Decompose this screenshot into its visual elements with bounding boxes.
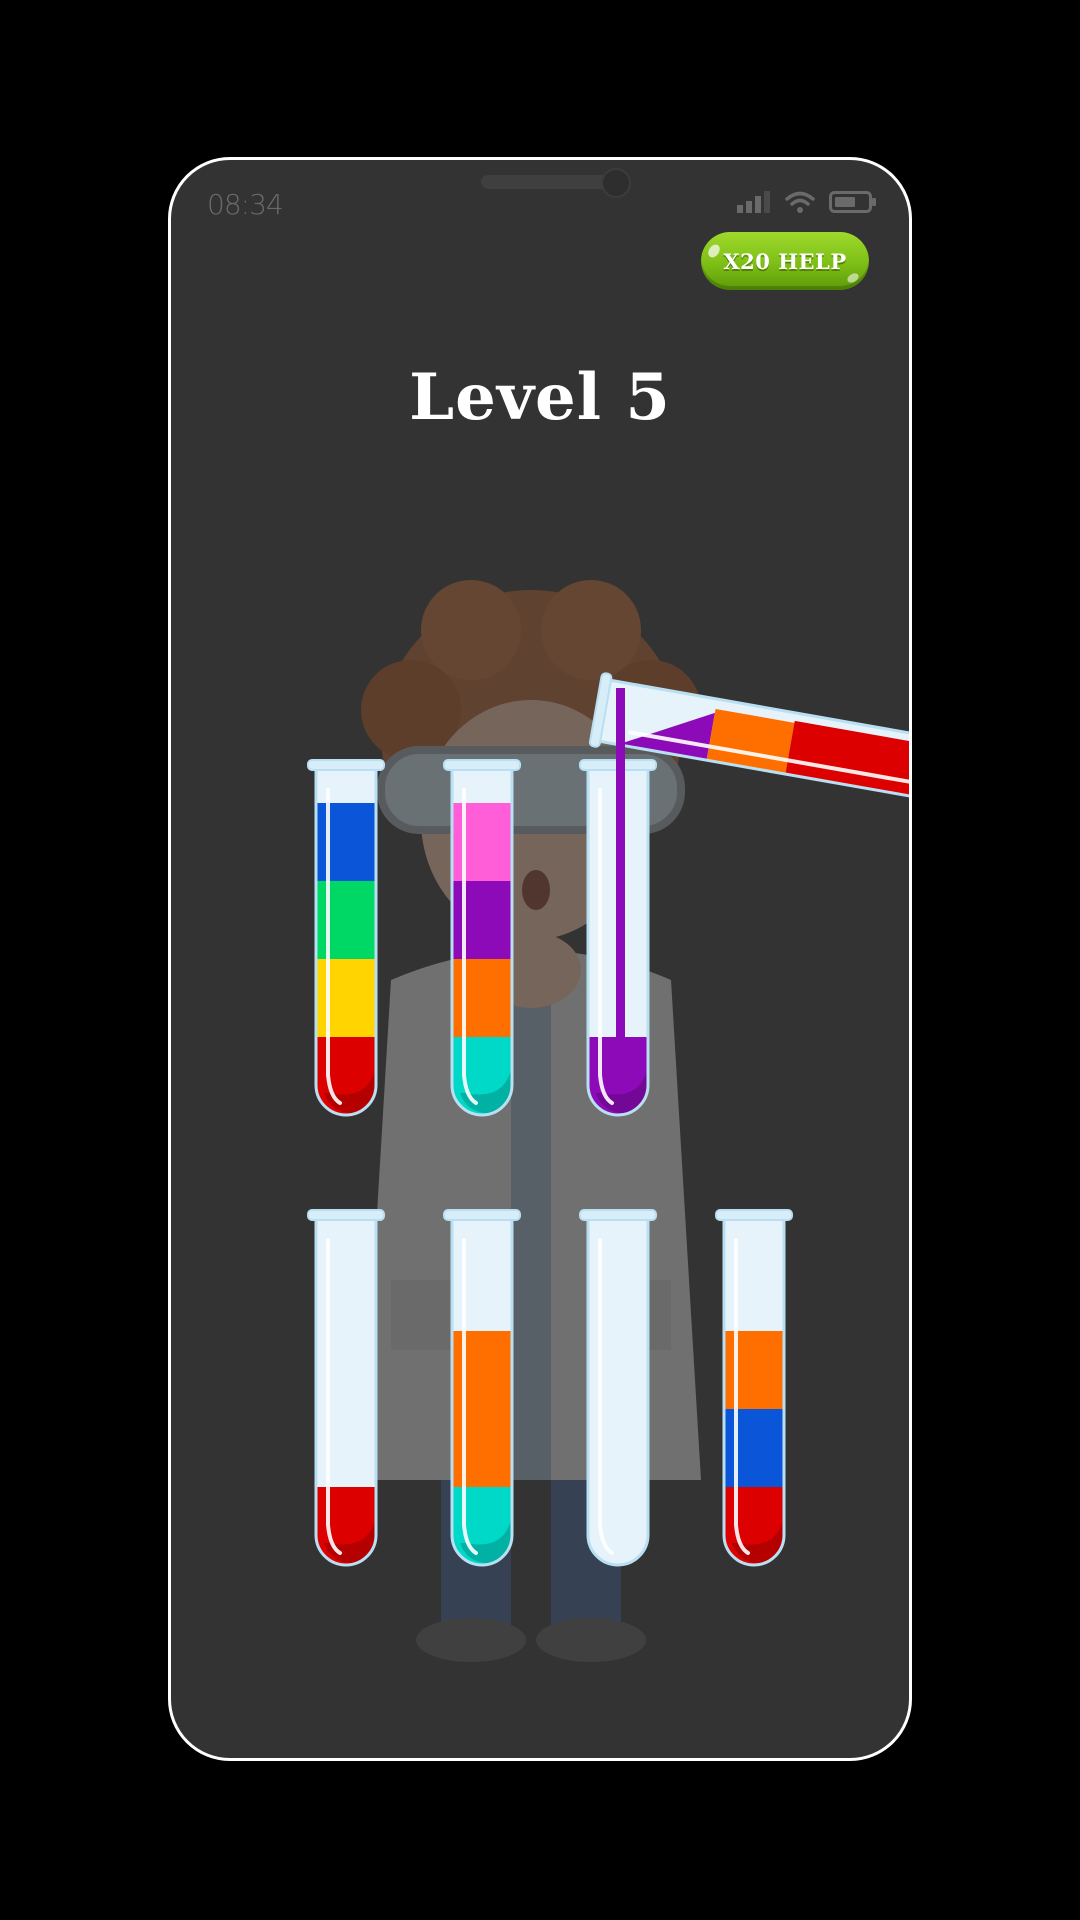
- liquid-layer-orange: [724, 1331, 784, 1409]
- liquid-layer-orange: [452, 1409, 512, 1487]
- liquid-layer-blue: [316, 803, 376, 881]
- tube-rim: [443, 759, 521, 771]
- test-tube[interactable]: [307, 1209, 385, 1575]
- tube-rim: [443, 1209, 521, 1221]
- liquid-layer-purple: [452, 881, 512, 959]
- liquid-layer-blue: [724, 1409, 784, 1487]
- tube-glass: [588, 1220, 648, 1565]
- test-tube[interactable]: [443, 759, 521, 1125]
- liquid-layer-pink: [452, 803, 512, 881]
- tube-rim: [579, 1209, 657, 1221]
- game-board: [307, 672, 909, 1575]
- liquid-layer-yellow: [316, 959, 376, 1037]
- liquid-layer-green: [316, 881, 376, 959]
- test-tube[interactable]: [579, 1209, 657, 1567]
- tube-rim: [307, 759, 385, 771]
- phone-frame: 08:34 X20 HELP Level 5: [168, 157, 912, 1761]
- test-tube[interactable]: [443, 1209, 521, 1575]
- liquid-layer-orange: [452, 1331, 512, 1409]
- test-tube[interactable]: [307, 759, 385, 1125]
- test-tube[interactable]: [715, 1209, 793, 1575]
- tube-rim: [307, 1209, 385, 1221]
- screen-background: 08:34 X20 HELP Level 5: [0, 0, 1080, 1920]
- liquid-layer-orange: [452, 959, 512, 1037]
- tube-rim: [715, 1209, 793, 1221]
- pour-stream: [616, 688, 625, 1094]
